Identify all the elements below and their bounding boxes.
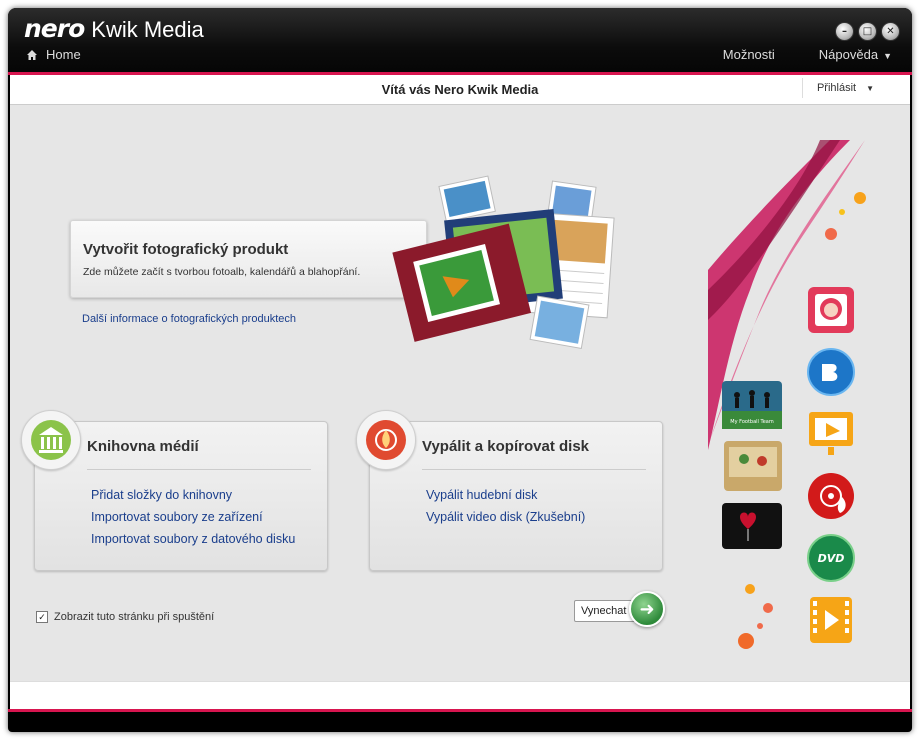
home-label: Home	[46, 47, 81, 62]
accent-line-bottom	[8, 709, 912, 712]
app-window: nero Kwik Media Home Možnosti Nápověda ▼ …	[8, 8, 912, 732]
media-library-links: Přidat složky do knihovny Importovat sou…	[91, 488, 295, 554]
slideshow-icon[interactable]	[806, 409, 856, 459]
import-device-link[interactable]: Importovat soubory ze zařízení	[91, 510, 295, 524]
brand-logo: nero	[24, 14, 85, 43]
minimize-button[interactable]: –	[835, 22, 854, 41]
skip-label: Vynechat	[581, 605, 627, 617]
home-nav[interactable]: Home	[26, 47, 81, 62]
window-controls: – □ ✕	[831, 22, 900, 41]
title-bar: nero Kwik Media Home Možnosti Nápověda ▼ …	[8, 8, 912, 74]
bluray-icon[interactable]	[806, 347, 856, 397]
photo-product-card[interactable]: Vytvořit fotografický produkt Zde můžete…	[70, 220, 427, 298]
heart-thumbnail[interactable]	[722, 503, 782, 549]
football-team-thumbnail[interactable]: My Football Team	[722, 381, 782, 429]
maximize-button[interactable]: □	[858, 22, 877, 41]
burn-copy-links: Vypálit hudební disk Vypálit video disk …	[426, 488, 585, 532]
home-icon	[27, 49, 37, 60]
burn-icon[interactable]	[356, 410, 416, 470]
photo-product-title: Vytvořit fotografický produkt	[83, 241, 289, 258]
show-on-startup-checkbox[interactable]: ✓	[36, 611, 48, 623]
burn-disc-icon[interactable]	[806, 471, 856, 521]
burn-copy-panel: Vypálit a kopírovat disk Vypálit hudební…	[356, 410, 663, 571]
svg-text:DVD: DVD	[818, 552, 845, 565]
show-on-startup[interactable]: ✓ Zobrazit tuto stránku při spuštění	[36, 611, 214, 623]
footer-bar	[10, 681, 910, 711]
photo-collage-icon[interactable]	[388, 175, 618, 355]
product-name: Kwik Media	[91, 17, 204, 42]
options-menu[interactable]: Možnosti	[723, 47, 775, 62]
help-menu-label: Nápověda	[818, 47, 879, 62]
chevron-down-icon: ▼	[883, 51, 892, 61]
photo-product-description: Zde můžete začít s tvorbou fotoalb, kale…	[83, 266, 361, 278]
help-menu[interactable]: Nápověda ▼	[797, 47, 892, 62]
photo-product-more-link[interactable]: Další informace o fotografických produkt…	[82, 313, 296, 325]
card-thumbnail[interactable]	[724, 441, 782, 491]
arrow-right-icon[interactable]: ➜	[629, 591, 665, 627]
import-data-disc-link[interactable]: Importovat soubory z datového disku	[91, 532, 295, 546]
football-thumbnail-label: My Football Team	[730, 419, 774, 425]
disc-flame-icon	[366, 420, 406, 460]
close-button[interactable]: ✕	[881, 22, 900, 41]
burn-copy-title: Vypálit a kopírovat disk	[422, 438, 589, 455]
main-content: Vítá vás Nero Kwik Media Přihlásit ▼ Vyt…	[10, 75, 910, 711]
burn-video-disc-link[interactable]: Vypálit video disk (Zkušební)	[426, 510, 585, 524]
building-icon	[31, 420, 71, 460]
show-on-startup-label: Zobrazit tuto stránku při spuštění	[54, 611, 215, 623]
add-folders-link[interactable]: Přidat složky do knihovny	[91, 488, 295, 502]
video-icon[interactable]	[806, 595, 856, 645]
media-library-panel: Knihovna médií Přidat složky do knihovny…	[21, 410, 328, 571]
login-button[interactable]: Přihlásit ▼	[801, 78, 888, 98]
top-menu: Možnosti Nápověda ▼	[701, 47, 892, 62]
welcome-title: Vítá vás Nero Kwik Media	[381, 82, 539, 97]
divider	[87, 469, 311, 470]
media-library-title: Knihovna médií	[87, 438, 199, 455]
divider	[422, 469, 646, 470]
library-icon[interactable]	[21, 410, 81, 470]
burn-audio-disc-link[interactable]: Vypálit hudební disk	[426, 488, 585, 502]
welcome-bar: Vítá vás Nero Kwik Media Přihlásit ▼	[10, 75, 910, 105]
chevron-down-icon: ▼	[866, 83, 874, 93]
dvd-icon[interactable]: DVD	[806, 533, 856, 583]
app-logo: nero Kwik Media	[24, 14, 204, 43]
photo-app-icon[interactable]	[806, 285, 856, 335]
login-label: Přihlásit	[816, 82, 857, 94]
